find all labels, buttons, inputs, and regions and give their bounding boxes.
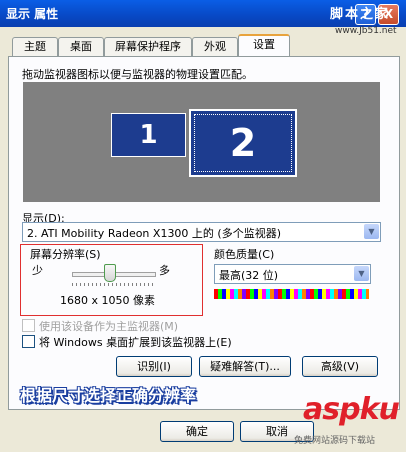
monitor-1[interactable]: 1 bbox=[111, 113, 186, 157]
tab-settings[interactable]: 设置 bbox=[238, 34, 290, 57]
watermark-bottom-brand: aspku bbox=[303, 392, 400, 427]
resolution-value: 1680 x 1050 像素 bbox=[60, 294, 155, 307]
watermark-top-chars: 脚本之家 bbox=[330, 7, 391, 22]
advanced-button[interactable]: 高级(V) bbox=[302, 356, 378, 377]
ok-button[interactable]: 确定 bbox=[160, 421, 234, 442]
color-spectrum-bar bbox=[214, 289, 369, 299]
tab-theme[interactable]: 主题 bbox=[12, 37, 58, 56]
color-quality-label: 颜色质量(C) bbox=[214, 248, 275, 261]
watermark-bottom-sub: 免费网站源码下载站 bbox=[294, 436, 376, 446]
extend-desktop-checkbox[interactable] bbox=[22, 335, 35, 348]
tab-appearance[interactable]: 外观 bbox=[192, 37, 238, 56]
display-select-value: 2. ATI Mobility Radeon X1300 上的 (多个监视器) bbox=[27, 227, 282, 240]
watermark-top-site: www.Jb51.net bbox=[335, 26, 397, 36]
tab-screensaver[interactable]: 屏幕保护程序 bbox=[104, 37, 192, 56]
troubleshoot-button[interactable]: 疑难解答(T)... bbox=[199, 356, 291, 377]
resolution-label: 屏幕分辨率(S) bbox=[30, 248, 101, 261]
instruction-text: 拖动监视器图标以便与监视器的物理设置匹配。 bbox=[22, 68, 253, 81]
window-title: 显示 属性 bbox=[6, 7, 59, 21]
resolution-slider-ticks bbox=[72, 283, 154, 286]
color-quality-select[interactable]: 最高(32 位) ▼ bbox=[214, 264, 371, 284]
chevron-down-icon[interactable]: ▼ bbox=[354, 266, 369, 281]
chevron-down-icon[interactable]: ▼ bbox=[364, 224, 379, 239]
color-quality-value: 最高(32 位) bbox=[219, 269, 279, 282]
monitor-2[interactable]: 2 bbox=[189, 109, 297, 177]
identify-button[interactable]: 识别(I) bbox=[116, 356, 192, 377]
overlay-caption: 根据尺寸选择正确分辨率 bbox=[20, 386, 197, 405]
resolution-slider-thumb[interactable] bbox=[104, 264, 117, 282]
display-select[interactable]: 2. ATI Mobility Radeon X1300 上的 (多个监视器) … bbox=[22, 222, 381, 242]
primary-monitor-label: 使用该设备作为主监视器(M) bbox=[39, 320, 179, 333]
tab-desktop[interactable]: 桌面 bbox=[58, 37, 104, 56]
resolution-low-label: 少 bbox=[32, 264, 43, 277]
resolution-high-label: 多 bbox=[159, 264, 170, 277]
primary-monitor-checkbox[interactable] bbox=[22, 319, 35, 332]
extend-desktop-label: 将 Windows 桌面扩展到该监视器上(E) bbox=[39, 336, 232, 349]
